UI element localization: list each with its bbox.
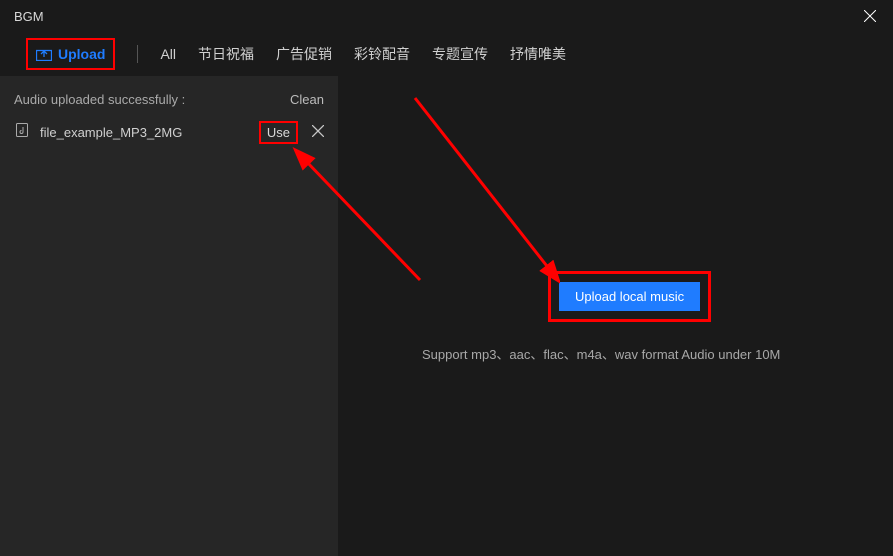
tab-all[interactable]: All: [160, 46, 176, 62]
sidebar: Audio uploaded successfully : Clean file…: [0, 76, 338, 556]
music-file-icon: [14, 122, 30, 143]
tab-ad[interactable]: 广告促销: [276, 44, 332, 64]
window-close-button[interactable]: [847, 0, 893, 32]
tab-festival[interactable]: 节日祝福: [198, 44, 254, 64]
upload-button-highlight: Upload local music: [548, 271, 711, 322]
clean-button[interactable]: Clean: [290, 92, 324, 107]
content-area: Audio uploaded successfully : Clean file…: [0, 76, 893, 556]
upload-icon: [36, 47, 52, 61]
tab-upload-label: Upload: [58, 46, 105, 62]
tab-upload[interactable]: Upload: [26, 38, 115, 70]
tabs-divider: [137, 45, 138, 63]
tab-topic[interactable]: 专题宣传: [432, 44, 488, 64]
file-name: file_example_MP3_2MG: [40, 125, 249, 140]
use-button[interactable]: Use: [259, 121, 298, 144]
tab-lyric[interactable]: 抒情唯美: [510, 44, 566, 64]
titlebar: BGM: [0, 0, 893, 32]
main-panel: Upload local music Support mp3、aac、flac、…: [338, 76, 893, 556]
file-row: file_example_MP3_2MG Use: [14, 121, 324, 144]
close-icon: [312, 125, 324, 137]
tabs-bar: Upload All 节日祝福 广告促销 彩铃配音 专题宣传 抒情唯美: [0, 32, 893, 76]
upload-status-label: Audio uploaded successfully :: [14, 92, 185, 107]
support-formats-label: Support mp3、aac、flac、m4a、wav format Audi…: [422, 344, 780, 363]
window-title: BGM: [14, 9, 44, 24]
file-remove-button[interactable]: [312, 124, 324, 142]
sidebar-header: Audio uploaded successfully : Clean: [14, 92, 324, 107]
upload-local-music-button[interactable]: Upload local music: [559, 282, 700, 311]
close-icon: [864, 10, 876, 22]
tab-ringtone[interactable]: 彩铃配音: [354, 44, 410, 64]
